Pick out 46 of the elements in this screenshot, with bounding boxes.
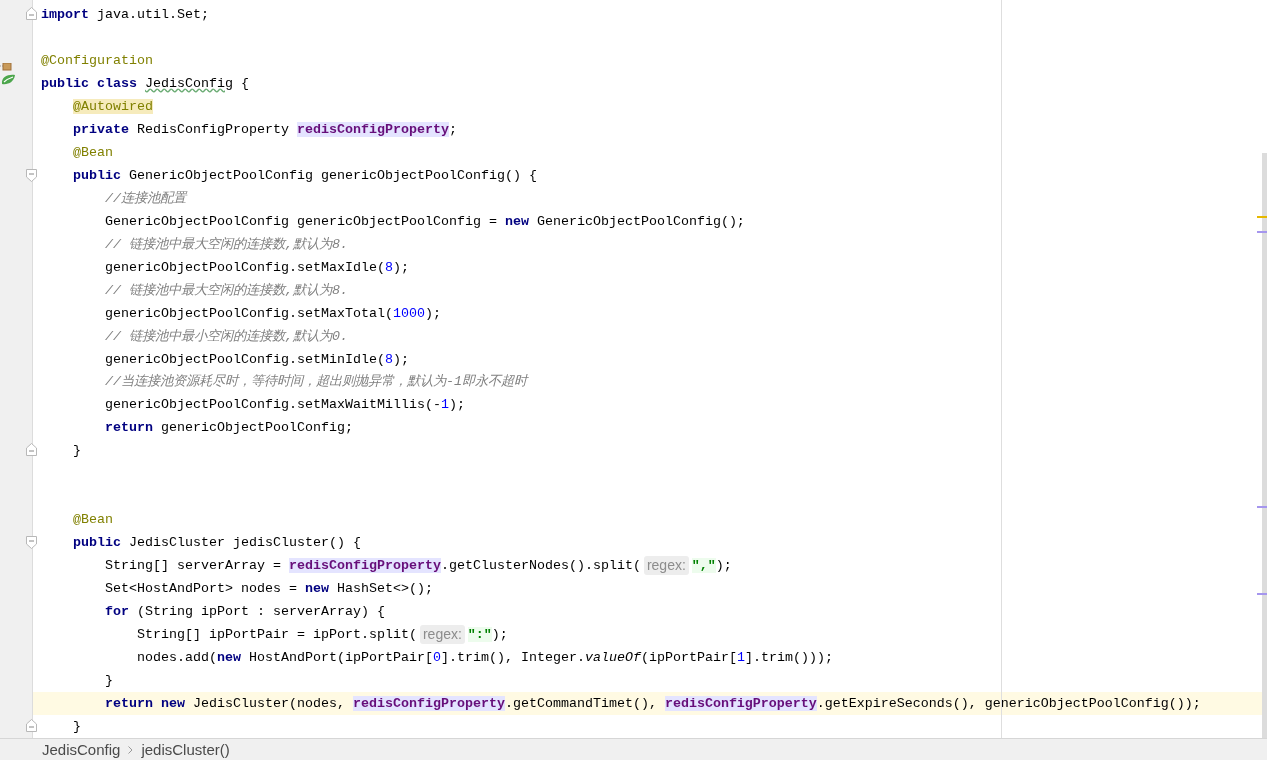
code-line: genericObjectPoolConfig.setMaxIdle(8);	[105, 258, 409, 277]
code-line: return genericObjectPoolConfig;	[105, 419, 353, 438]
fold-marker-icon[interactable]	[26, 536, 37, 550]
breadcrumb-item[interactable]: jedisCluster()	[141, 740, 230, 759]
fold-marker-icon[interactable]	[26, 719, 37, 733]
code-line: GenericObjectPoolConfig genericObjectPoolConfig = new GenericObjectPoolConfig();	[105, 212, 745, 231]
code-line: //当连接池资源耗尽时，等待时间，超出则抛异常，默认为-1即永不超时	[105, 373, 527, 392]
code-line: public GenericObjectPoolConfig genericObjectPoolConfig() {	[73, 166, 537, 185]
code-line: genericObjectPoolConfig.setMaxTotal(1000);	[105, 304, 441, 323]
parameter-hint: regex:	[419, 625, 465, 645]
code-line: @Configuration	[41, 51, 153, 70]
code-line: return new JedisCluster(nodes, redisConfigProperty.getCommandTimet(), redisConfigProperty.getExpireSeconds(), genericObjectPoolConfig());	[105, 695, 1201, 714]
code-line: }	[73, 442, 81, 461]
code-line: Set<HostAndPort> nodes = new HashSet<>();	[105, 580, 433, 599]
code-line: @Bean	[73, 511, 113, 530]
fold-marker-icon[interactable]	[26, 443, 37, 457]
code-line: String[] ipPortPair = ipPort.split(	[137, 626, 417, 645]
usage-stripe-mark[interactable]	[1257, 506, 1267, 508]
code-line: String[] serverArray = redisConfigProperty.getClusterNodes().split(	[105, 557, 641, 576]
code-line: private RedisConfigProperty redisConfigProperty;	[73, 120, 457, 139]
chevron-icon	[128, 745, 134, 754]
code-line: public JedisCluster jedisCluster() {	[73, 534, 361, 553]
spring-bean-icon[interactable]	[0, 62, 16, 85]
code-line: // 链接池中最大空闲的连接数,默认为8.	[105, 281, 348, 300]
usage-stripe-mark[interactable]	[1257, 231, 1267, 233]
code-line: @Bean	[73, 143, 113, 162]
code-line: import java.util.Set;	[41, 6, 209, 24]
usage-stripe-mark[interactable]	[1257, 593, 1267, 595]
warning-stripe-mark[interactable]	[1257, 216, 1267, 218]
code-line: public class JedisConfig {	[41, 74, 249, 93]
code-line: ",");	[691, 557, 732, 576]
breadcrumb-item[interactable]: JedisConfig	[42, 740, 121, 759]
code-line: }	[73, 718, 81, 736]
code-line: nodes.add(new HostAndPort(ipPortPair[0].trim(), Integer.valueOf(ipPortPair[1].trim()));	[137, 649, 833, 668]
code-line: genericObjectPoolConfig.setMinIdle(8);	[105, 350, 409, 369]
scrollbar[interactable]	[1262, 153, 1267, 738]
code-line: // 链接池中最小空闲的连接数,默认为0.	[105, 327, 348, 346]
code-line: for (String ipPort : serverArray) {	[105, 603, 385, 622]
fold-marker-icon[interactable]	[26, 7, 37, 20]
code-line: }	[105, 672, 113, 691]
code-line: //连接池配置	[105, 189, 186, 208]
code-line: genericObjectPoolConfig.setMaxWaitMillis(-1);	[105, 396, 465, 415]
code-line: // 链接池中最大空闲的连接数,默认为8.	[105, 235, 348, 254]
parameter-hint: regex:	[643, 556, 689, 576]
fold-marker-icon[interactable]	[26, 168, 37, 182]
code-line: ":");	[467, 626, 508, 645]
